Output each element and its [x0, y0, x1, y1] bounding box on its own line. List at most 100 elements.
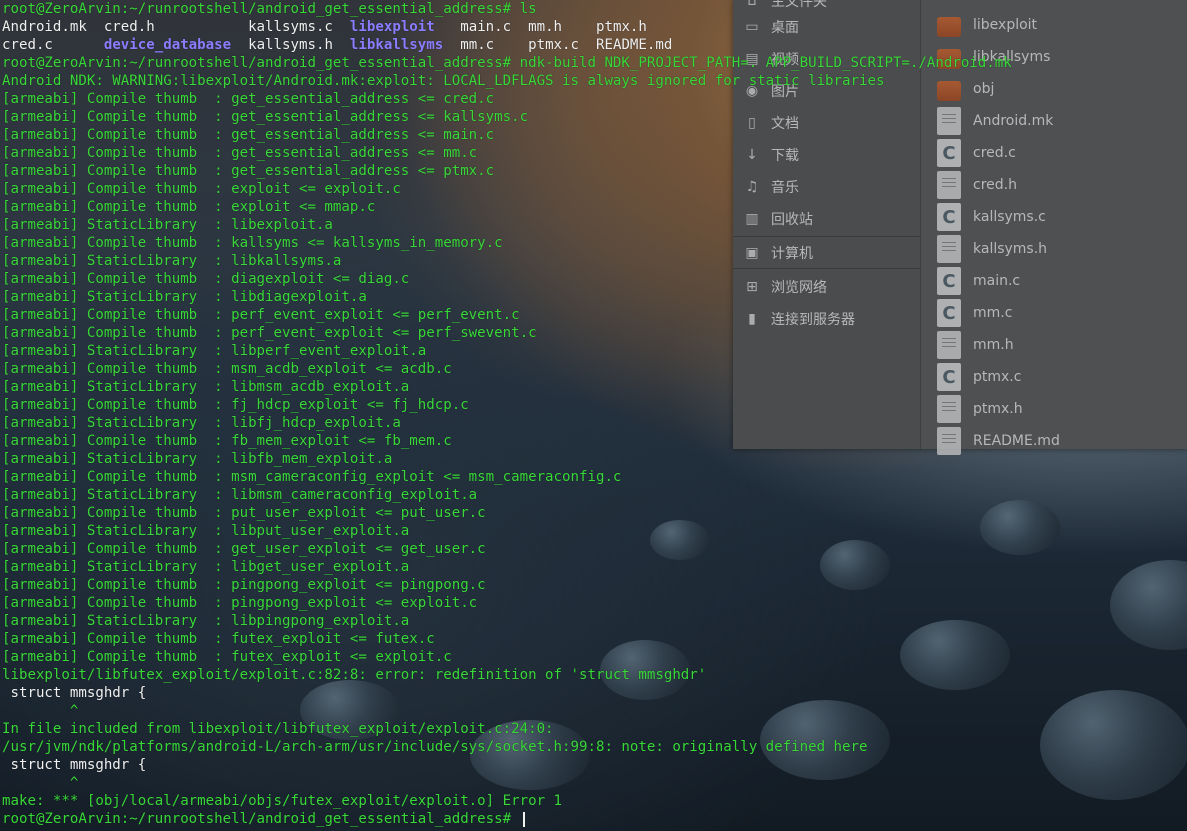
- terminal-text: [armeabi] StaticLibrary : libmsm_camerac…: [2, 487, 478, 503]
- terminal-text: [armeabi] StaticLibrary : libfj_hdcp_exp…: [2, 415, 401, 431]
- terminal-text: libexploit/libfutex_exploit/exploit.c:82…: [2, 667, 707, 683]
- terminal-line: [armeabi] StaticLibrary : libfb_mem_expl…: [2, 450, 1012, 468]
- terminal-line: Android.mk cred.h kallsyms.c libexploit …: [2, 18, 1012, 36]
- terminal-line: [armeabi] Compile thumb : pingpong_explo…: [2, 594, 1012, 612]
- terminal-line: [armeabi] StaticLibrary : libdiagexploit…: [2, 288, 1012, 306]
- terminal-line: root@ZeroArvin:~/runrootshell/android_ge…: [2, 54, 1012, 72]
- terminal-line: cred.c device_database kallsyms.h libkal…: [2, 36, 1012, 54]
- terminal-text: [armeabi] Compile thumb : msm_cameraconf…: [2, 469, 622, 485]
- terminal-line: [armeabi] Compile thumb : get_essential_…: [2, 144, 1012, 162]
- terminal-cursor: [522, 811, 525, 827]
- terminal-line: [armeabi] Compile thumb : fj_hdcp_exploi…: [2, 396, 1012, 414]
- terminal-line: [armeabi] Compile thumb : msm_cameraconf…: [2, 468, 1012, 486]
- terminal-text: [armeabi] StaticLibrary : libpingpong_ex…: [2, 613, 410, 629]
- terminal-line: [armeabi] Compile thumb : diagexploit <=…: [2, 270, 1012, 288]
- terminal-line: [armeabi] Compile thumb : pingpong_explo…: [2, 576, 1012, 594]
- terminal-text: [armeabi] Compile thumb : msm_acdb_explo…: [2, 361, 452, 377]
- terminal-text: libexploit: [349, 19, 435, 35]
- terminal-text: root@ZeroArvin:~/runrootshell/android_ge…: [2, 811, 520, 827]
- terminal-line: [armeabi] Compile thumb : get_essential_…: [2, 126, 1012, 144]
- terminal-line: [armeabi] Compile thumb : get_essential_…: [2, 108, 1012, 126]
- terminal-text: [armeabi] StaticLibrary : libperf_event_…: [2, 343, 427, 359]
- terminal-line: Android NDK: WARNING:libexploit/Android.…: [2, 72, 1012, 90]
- terminal-text: /usr/jvm/ndk/platforms/android-L/arch-ar…: [2, 739, 868, 755]
- terminal-text: [armeabi] Compile thumb : kallsyms <= ka…: [2, 235, 503, 251]
- terminal-window[interactable]: root@ZeroArvin:~/runrootshell/android_ge…: [0, 0, 1187, 831]
- terminal-text: [armeabi] Compile thumb : perf_event_exp…: [2, 307, 520, 323]
- terminal-line: In file included from libexploit/libfute…: [2, 720, 1012, 738]
- terminal-line: [armeabi] StaticLibrary : libput_user_ex…: [2, 522, 1012, 540]
- terminal-text: [armeabi] Compile thumb : get_essential_…: [2, 109, 529, 125]
- terminal-line: [armeabi] Compile thumb : kallsyms <= ka…: [2, 234, 1012, 252]
- terminal-text: cred.c: [2, 37, 104, 53]
- terminal-text: [armeabi] Compile thumb : futex_exploit …: [2, 631, 435, 647]
- terminal-text: [armeabi] StaticLibrary : libkallsyms.a: [2, 253, 342, 269]
- terminal-text: mm.c ptmx.c README.md: [443, 37, 673, 53]
- terminal-text: [armeabi] StaticLibrary : libmsm_acdb_ex…: [2, 379, 410, 395]
- terminal-line: make: *** [obj/local/armeabi/objs/futex_…: [2, 792, 1012, 810]
- terminal-line: [armeabi] Compile thumb : get_user_explo…: [2, 540, 1012, 558]
- terminal-line: struct mmsghdr {: [2, 756, 1012, 774]
- terminal-line: root@ZeroArvin:~/runrootshell/android_ge…: [2, 810, 1012, 828]
- terminal-text: [armeabi] Compile thumb : perf_event_exp…: [2, 325, 537, 341]
- terminal-text: ^: [2, 703, 79, 719]
- terminal-text: Android NDK: WARNING:libexploit/Android.…: [2, 73, 885, 89]
- terminal-text: [armeabi] Compile thumb : fj_hdcp_exploi…: [2, 397, 469, 413]
- terminal-line: [armeabi] StaticLibrary : libfj_hdcp_exp…: [2, 414, 1012, 432]
- terminal-line: [armeabi] StaticLibrary : libperf_event_…: [2, 342, 1012, 360]
- terminal-line: [armeabi] Compile thumb : put_user_explo…: [2, 504, 1012, 522]
- terminal-line: [armeabi] Compile thumb : exploit <= exp…: [2, 180, 1012, 198]
- terminal-line: [armeabi] Compile thumb : get_essential_…: [2, 90, 1012, 108]
- terminal-line: [armeabi] Compile thumb : perf_event_exp…: [2, 306, 1012, 324]
- terminal-text: make: *** [obj/local/armeabi/objs/futex_…: [2, 793, 563, 809]
- terminal-text: root@ZeroArvin:~/runrootshell/android_ge…: [2, 1, 537, 17]
- terminal-text: [armeabi] StaticLibrary : libfb_mem_expl…: [2, 451, 393, 467]
- terminal-text: [armeabi] Compile thumb : exploit <= mma…: [2, 199, 376, 215]
- terminal-line: [armeabi] StaticLibrary : libkallsyms.a: [2, 252, 1012, 270]
- terminal-text: [armeabi] Compile thumb : fb_mem_exploit…: [2, 433, 452, 449]
- terminal-line: [armeabi] Compile thumb : get_essential_…: [2, 162, 1012, 180]
- terminal-line: [armeabi] Compile thumb : fb_mem_exploit…: [2, 432, 1012, 450]
- terminal-text: [armeabi] Compile thumb : diagexploit <=…: [2, 271, 410, 287]
- terminal-text: [armeabi] Compile thumb : get_user_explo…: [2, 541, 486, 557]
- terminal-text: device_database: [103, 37, 232, 53]
- terminal-text: [armeabi] Compile thumb : get_essential_…: [2, 91, 495, 107]
- terminal-output: root@ZeroArvin:~/runrootshell/android_ge…: [2, 0, 1012, 828]
- terminal-text: [armeabi] Compile thumb : get_essential_…: [2, 145, 478, 161]
- terminal-text: [armeabi] Compile thumb : exploit <= exp…: [2, 181, 401, 197]
- terminal-text: [armeabi] Compile thumb : futex_exploit …: [2, 649, 452, 665]
- terminal-text: libkallsyms: [349, 37, 444, 53]
- terminal-text: [armeabi] StaticLibrary : libget_user_ex…: [2, 559, 410, 575]
- terminal-text: struct mmsghdr {: [2, 685, 147, 701]
- terminal-text: Android.mk cred.h kallsyms.c: [2, 19, 350, 35]
- terminal-line: root@ZeroArvin:~/runrootshell/android_ge…: [2, 0, 1012, 18]
- terminal-line: [armeabi] StaticLibrary : libmsm_acdb_ex…: [2, 378, 1012, 396]
- terminal-line: [armeabi] Compile thumb : futex_exploit …: [2, 648, 1012, 666]
- terminal-text: [armeabi] Compile thumb : get_essential_…: [2, 163, 495, 179]
- terminal-line: [armeabi] Compile thumb : msm_acdb_explo…: [2, 360, 1012, 378]
- terminal-line: [armeabi] Compile thumb : perf_event_exp…: [2, 324, 1012, 342]
- terminal-text: [armeabi] Compile thumb : get_essential_…: [2, 127, 495, 143]
- terminal-line: ^: [2, 702, 1012, 720]
- terminal-line: [armeabi] StaticLibrary : libpingpong_ex…: [2, 612, 1012, 630]
- terminal-line: libexploit/libfutex_exploit/exploit.c:82…: [2, 666, 1012, 684]
- terminal-line: [armeabi] StaticLibrary : libexploit.a: [2, 216, 1012, 234]
- terminal-text: root@ZeroArvin:~/runrootshell/android_ge…: [2, 55, 1012, 71]
- terminal-text: [armeabi] Compile thumb : put_user_explo…: [2, 505, 486, 521]
- terminal-text: struct mmsghdr {: [2, 757, 147, 773]
- terminal-line: /usr/jvm/ndk/platforms/android-L/arch-ar…: [2, 738, 1012, 756]
- terminal-text: [armeabi] StaticLibrary : libput_user_ex…: [2, 523, 410, 539]
- terminal-line: [armeabi] StaticLibrary : libget_user_ex…: [2, 558, 1012, 576]
- terminal-text: kallsyms.h: [231, 37, 350, 53]
- terminal-text: [armeabi] StaticLibrary : libexploit.a: [2, 217, 333, 233]
- terminal-line: [armeabi] StaticLibrary : libmsm_camerac…: [2, 486, 1012, 504]
- terminal-line: [armeabi] Compile thumb : futex_exploit …: [2, 630, 1012, 648]
- terminal-line: struct mmsghdr {: [2, 684, 1012, 702]
- terminal-text: ^: [2, 775, 79, 791]
- terminal-line: ^: [2, 774, 1012, 792]
- terminal-text: [armeabi] Compile thumb : pingpong_explo…: [2, 577, 486, 593]
- terminal-line: [armeabi] Compile thumb : exploit <= mma…: [2, 198, 1012, 216]
- terminal-text: [armeabi] StaticLibrary : libdiagexploit…: [2, 289, 367, 305]
- terminal-text: In file included from libexploit/libfute…: [2, 721, 554, 737]
- terminal-text: [armeabi] Compile thumb : pingpong_explo…: [2, 595, 478, 611]
